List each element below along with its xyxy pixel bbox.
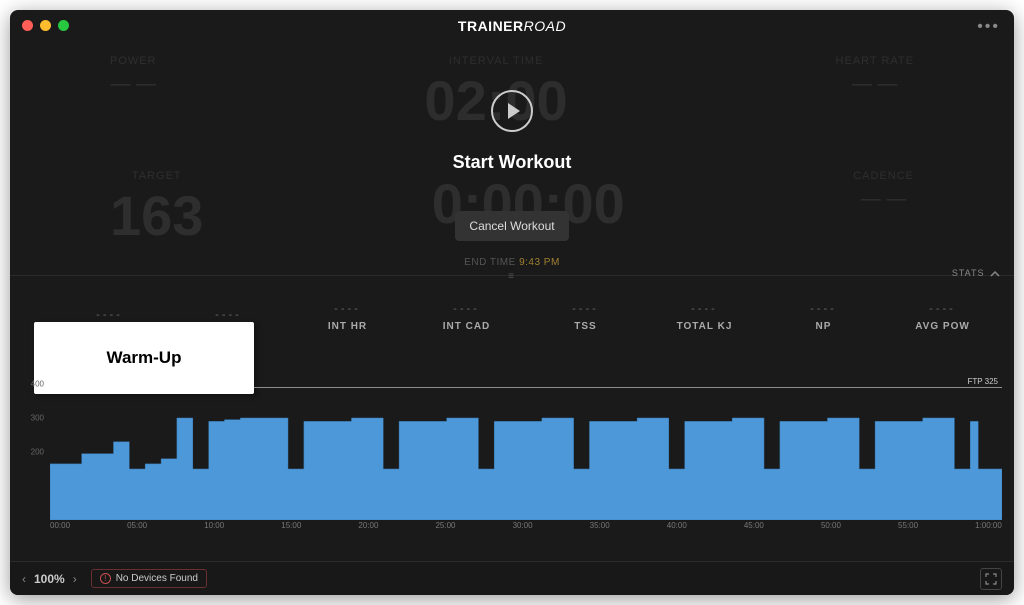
x-tick: 20:00	[358, 521, 378, 535]
warning-icon: !	[100, 573, 111, 584]
x-tick: 50:00	[821, 521, 841, 535]
x-tick: 35:00	[590, 521, 610, 535]
footer-bar: ‹ 100% › ! No Devices Found	[10, 561, 1014, 595]
stat-value: ----	[288, 303, 407, 315]
zoom-controls: ‹ 100% ›	[22, 572, 77, 586]
start-overlay: Start Workout Cancel Workout	[10, 90, 1014, 241]
x-tick: 30:00	[513, 521, 533, 535]
device-status-badge[interactable]: ! No Devices Found	[91, 569, 207, 588]
workout-chart: 200 300 400 FTP 325 00:00 05:00 10:00 15:00 20…	[10, 350, 1014, 535]
x-tick: 25:00	[435, 521, 455, 535]
play-icon	[508, 103, 520, 119]
y-tick: 300	[31, 414, 44, 423]
stat-value: ----	[764, 303, 883, 315]
stat-label: TOTAL KJ	[645, 321, 764, 332]
stats-toggle-label: STATS	[952, 268, 985, 278]
stat-value: ----	[526, 303, 645, 315]
stat-value: ----	[169, 309, 288, 321]
power-profile-bars	[50, 350, 1002, 520]
stat-label: AVG POW	[883, 321, 1002, 332]
stat-item: ---- AVG POW	[883, 303, 1002, 332]
stat-label: NP	[764, 321, 883, 332]
x-tick: 1:00:00	[975, 521, 1002, 535]
app-title-light: ROAD	[524, 18, 566, 34]
stat-item: ---- INT CAD	[407, 303, 526, 332]
metric-interval-label: INTERVAL TIME	[424, 55, 567, 67]
app-window: TRAINERROAD ••• POWER — — INTERVAL TIME …	[10, 10, 1014, 595]
metric-hr-label: HEART RATE	[836, 55, 914, 67]
fullscreen-button[interactable]	[980, 568, 1002, 590]
stat-value: ----	[645, 303, 764, 315]
stat-label: INT CAD	[407, 321, 526, 332]
metric-power-label: POWER	[110, 55, 157, 67]
stat-item: ---- INT HR	[288, 303, 407, 332]
x-tick: 15:00	[281, 521, 301, 535]
end-time-value: 9:43 PM	[519, 257, 560, 268]
stat-item: ---- TOTAL KJ	[645, 303, 764, 332]
more-menu-icon[interactable]: •••	[977, 18, 1000, 36]
resize-handle-icon[interactable]: ≡	[508, 271, 516, 282]
y-tick: 200	[31, 448, 44, 457]
device-status-label: No Devices Found	[116, 573, 198, 584]
stat-value: ----	[407, 303, 526, 315]
zoom-in-button[interactable]: ›	[73, 572, 77, 586]
app-title-bold: TRAINER	[458, 18, 524, 34]
x-tick: 45:00	[744, 521, 764, 535]
stat-value: ----	[883, 303, 1002, 315]
stat-item: ---- TSS	[526, 303, 645, 332]
stat-item: ---- NP	[764, 303, 883, 332]
start-workout-label: Start Workout	[453, 152, 572, 173]
stats-toggle-button[interactable]: STATS	[952, 268, 1000, 279]
fullscreen-icon	[985, 573, 997, 585]
end-time-label: END TIME	[464, 257, 516, 268]
chart-y-axis: 200 300 400	[16, 350, 44, 520]
chevron-up-icon	[990, 269, 1000, 279]
chart-plot[interactable]: FTP 325	[50, 350, 1002, 520]
zoom-value: 100%	[34, 572, 65, 586]
chart-x-axis: 00:00 05:00 10:00 15:00 20:00 25:00 30:00 35:00…	[50, 521, 1002, 535]
x-tick: 10:00	[204, 521, 224, 535]
stat-value: ----	[50, 309, 169, 321]
y-tick: 400	[31, 380, 44, 389]
x-tick: 00:00	[50, 521, 70, 535]
stat-label: INT HR	[288, 321, 407, 332]
x-tick: 55:00	[898, 521, 918, 535]
stat-label: TSS	[526, 321, 645, 332]
zoom-out-button[interactable]: ‹	[22, 572, 26, 586]
end-time: END TIME 9:43 PM	[10, 257, 1014, 268]
app-title: TRAINERROAD	[10, 18, 1014, 34]
x-tick: 05:00	[127, 521, 147, 535]
x-tick: 40:00	[667, 521, 687, 535]
play-button[interactable]	[491, 90, 533, 132]
cancel-workout-button[interactable]: Cancel Workout	[455, 211, 568, 241]
